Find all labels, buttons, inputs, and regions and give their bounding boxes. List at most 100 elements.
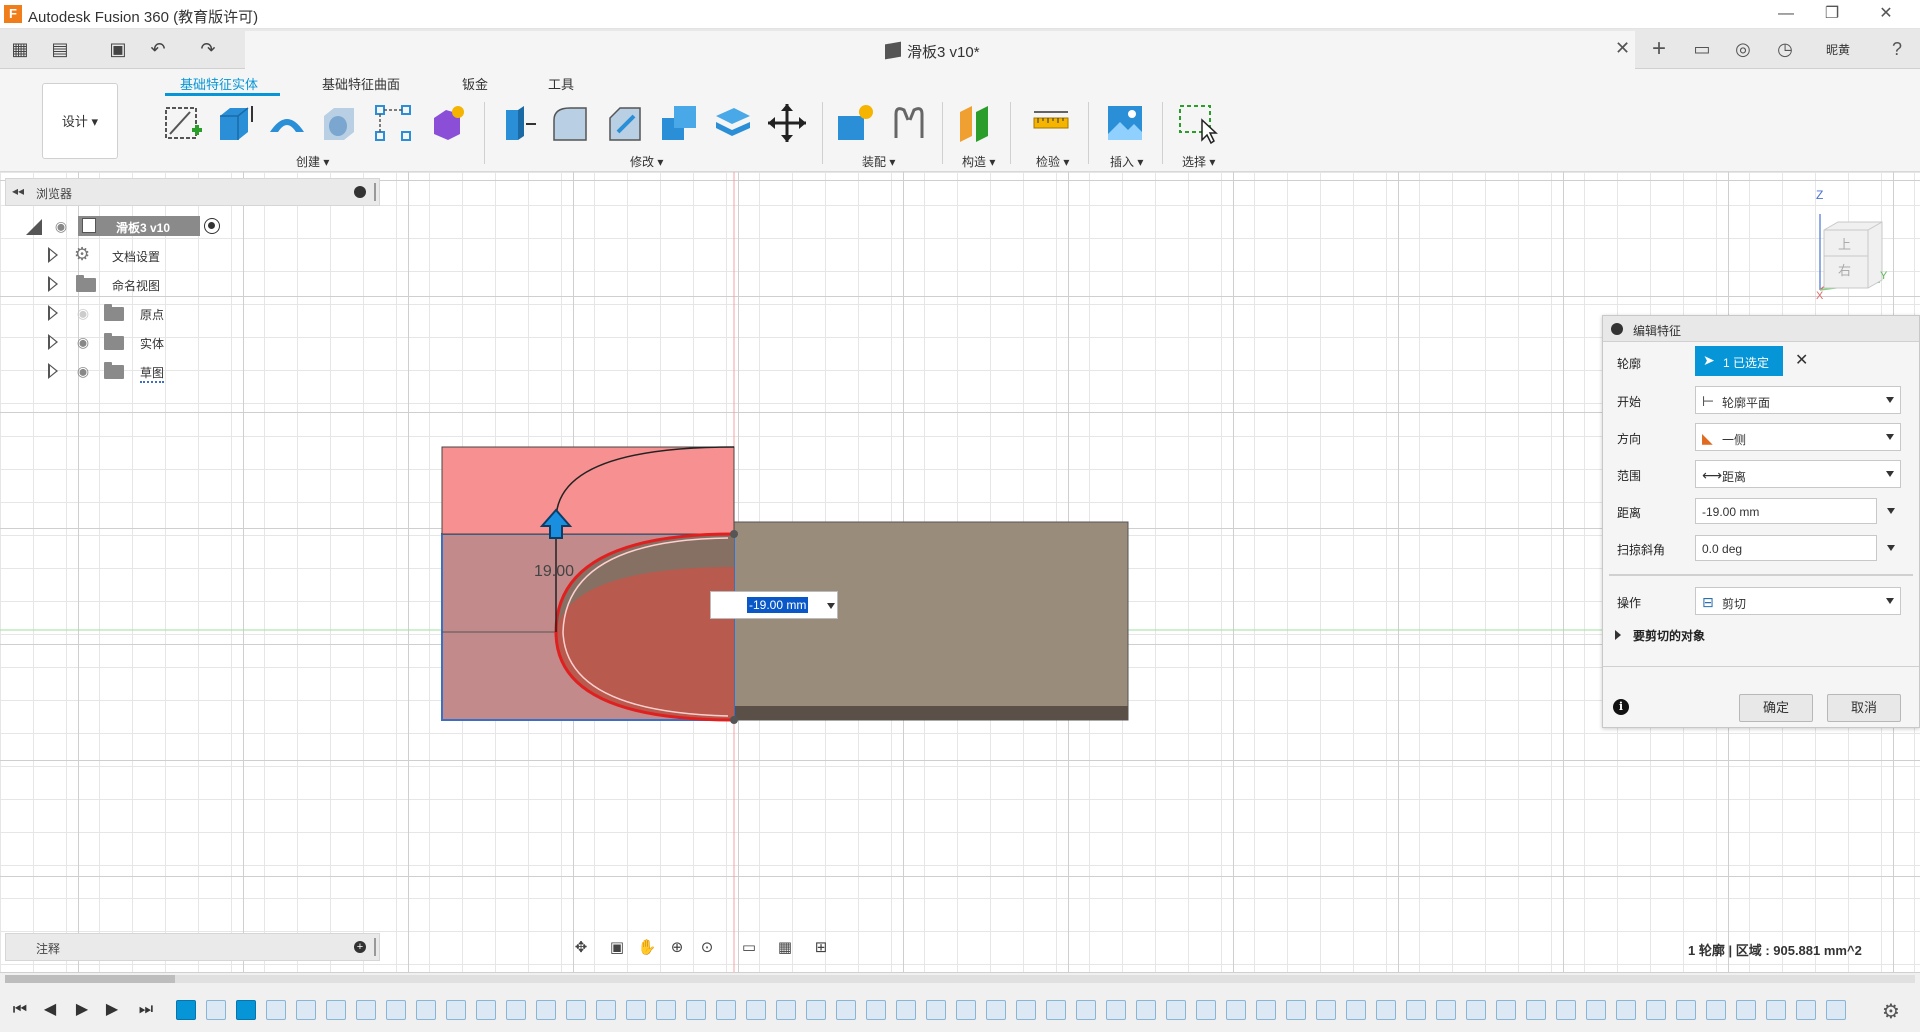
- panel-grip[interactable]: [374, 938, 376, 956]
- timeline-feature-icon[interactable]: [386, 1000, 406, 1020]
- activate-radio-icon[interactable]: [204, 218, 220, 234]
- viewports-icon[interactable]: ⊞: [810, 937, 832, 959]
- root-node[interactable]: 滑板3 v10: [78, 216, 200, 236]
- create-form-icon[interactable]: [426, 102, 468, 144]
- timeline-feature-icon[interactable]: [1376, 1000, 1396, 1020]
- file-menu-icon[interactable]: ▤: [48, 37, 72, 61]
- extrude-icon[interactable]: [214, 102, 256, 144]
- timeline-feature-icon[interactable]: [626, 1000, 646, 1020]
- browser-item-bodies[interactable]: ◉ 实体: [48, 329, 408, 357]
- step-forward-icon[interactable]: ▶: [100, 998, 124, 1022]
- user-account[interactable]: 昵黄: [1826, 41, 1850, 58]
- timeline-feature-icon[interactable]: [1346, 1000, 1366, 1020]
- timeline-feature-icon[interactable]: [1286, 1000, 1306, 1020]
- info-icon[interactable]: i: [1613, 699, 1629, 715]
- timeline-feature-icon[interactable]: [1106, 1000, 1126, 1020]
- pan-hand-icon[interactable]: ✋: [636, 937, 658, 959]
- apps-grid-icon[interactable]: ▦: [8, 37, 32, 61]
- minimize-button[interactable]: —: [1766, 3, 1806, 25]
- create-sketch-icon[interactable]: [162, 102, 204, 144]
- step-back-icon[interactable]: ◀: [38, 998, 62, 1022]
- close-window-button[interactable]: ✕: [1866, 3, 1906, 25]
- timeline-feature-icon[interactable]: [1166, 1000, 1186, 1020]
- chamfer-icon[interactable]: [604, 102, 646, 144]
- timeline-feature-icon[interactable]: [686, 1000, 706, 1020]
- viewcube[interactable]: Z Y X 上 右: [1816, 188, 1887, 302]
- inline-distance-input[interactable]: -19.00 mm: [710, 591, 838, 619]
- go-to-end-icon[interactable]: ⏭: [134, 998, 158, 1022]
- revolve-icon[interactable]: [266, 102, 308, 144]
- visibility-eye-icon[interactable]: ◉: [74, 362, 92, 380]
- timeline-feature-icon[interactable]: [566, 1000, 586, 1020]
- expand-arrow-icon[interactable]: [1615, 630, 1621, 640]
- redo-icon[interactable]: ↷: [196, 37, 220, 61]
- new-component-icon[interactable]: [834, 102, 876, 144]
- chevron-down-icon[interactable]: [1887, 545, 1895, 551]
- timeline-feature-icon[interactable]: [1436, 1000, 1456, 1020]
- timeline-feature-icon[interactable]: [296, 1000, 316, 1020]
- viewcube-top-face[interactable]: 上: [1838, 234, 1851, 253]
- timeline-feature-icon[interactable]: [1496, 1000, 1516, 1020]
- group-inspect-label[interactable]: 检验 ▾: [1036, 153, 1069, 170]
- timeline-feature-icon[interactable]: [806, 1000, 826, 1020]
- close-tab-button[interactable]: ✕: [1615, 38, 1630, 59]
- job-status-icon[interactable]: ◎: [1730, 37, 1756, 61]
- timeline-feature-icon[interactable]: [1766, 1000, 1786, 1020]
- orbit-icon[interactable]: ✥: [570, 937, 592, 959]
- timeline-feature-icon[interactable]: [1256, 1000, 1276, 1020]
- timeline-feature-icon[interactable]: [1556, 1000, 1576, 1020]
- collapse-dialog-icon[interactable]: [1611, 323, 1623, 335]
- timeline-feature-icon[interactable]: [1676, 1000, 1696, 1020]
- timeline-feature-icon[interactable]: [1136, 1000, 1156, 1020]
- cancel-button[interactable]: 取消: [1827, 694, 1901, 722]
- joint-icon[interactable]: [888, 102, 930, 144]
- timeline-feature-icon[interactable]: [1406, 1000, 1426, 1020]
- group-create-label[interactable]: 创建 ▾: [296, 153, 329, 170]
- start-select[interactable]: ⊢ 轮廓平面: [1695, 386, 1901, 414]
- select-window-icon[interactable]: [1176, 102, 1218, 145]
- timeline-feature-icon[interactable]: [776, 1000, 796, 1020]
- timeline-feature-icon[interactable]: [176, 1000, 196, 1020]
- expanded-triangle-icon[interactable]: [26, 219, 42, 235]
- timeline-feature-icon[interactable]: [506, 1000, 526, 1020]
- timeline-feature-icon[interactable]: [746, 1000, 766, 1020]
- notes-panel-header[interactable]: 注释 +: [5, 933, 380, 961]
- extent-select[interactable]: ⟷ 距离: [1695, 460, 1901, 488]
- timeline-feature-icon[interactable]: [1466, 1000, 1486, 1020]
- zoom-icon[interactable]: ⊕: [666, 937, 688, 959]
- viewcube-right-face[interactable]: 右: [1838, 260, 1851, 279]
- timeline-feature-icon[interactable]: [446, 1000, 466, 1020]
- expand-arrow-icon[interactable]: [48, 276, 58, 292]
- group-modify-label[interactable]: 修改 ▾: [630, 153, 663, 170]
- timeline-feature-icon[interactable]: [716, 1000, 736, 1020]
- timeline-feature-icon[interactable]: [536, 1000, 556, 1020]
- visibility-eye-icon[interactable]: ◉: [74, 333, 92, 351]
- timeline-feature-icon[interactable]: [1316, 1000, 1336, 1020]
- minimize-panel-icon[interactable]: [354, 186, 366, 198]
- press-pull-icon[interactable]: [496, 102, 538, 144]
- browser-item-named-views[interactable]: 命名视图: [48, 271, 408, 299]
- timeline-feature-icon[interactable]: [836, 1000, 856, 1020]
- go-to-start-icon[interactable]: ⏮: [8, 998, 32, 1022]
- visibility-eye-icon[interactable]: ◉: [52, 217, 70, 235]
- collapse-browser-icon[interactable]: ◂◂: [12, 184, 24, 198]
- timeline-feature-icon[interactable]: [1616, 1000, 1636, 1020]
- timeline-feature-icon[interactable]: [896, 1000, 916, 1020]
- new-tab-icon[interactable]: +: [1646, 37, 1672, 61]
- move-copy-icon[interactable]: [766, 102, 808, 144]
- workspace-switcher[interactable]: 设计 ▾: [42, 83, 118, 159]
- dialog-header[interactable]: 编辑特征: [1603, 316, 1919, 342]
- timeline-feature-icon[interactable]: [1586, 1000, 1606, 1020]
- timeline-feature-icon[interactable]: [416, 1000, 436, 1020]
- scroll-thumb[interactable]: [5, 975, 175, 983]
- timeline-feature-icon[interactable]: [1046, 1000, 1066, 1020]
- taper-input[interactable]: 0.0 deg: [1695, 535, 1877, 561]
- tab-surface[interactable]: 基础特征曲面: [322, 74, 400, 93]
- expand-arrow-icon[interactable]: [48, 305, 58, 321]
- browser-item-document-settings[interactable]: ⚙ 文档设置: [48, 242, 408, 270]
- timeline-feature-icon[interactable]: [1016, 1000, 1036, 1020]
- timeline-feature-icon[interactable]: [596, 1000, 616, 1020]
- fit-zoom-icon[interactable]: ⊙: [696, 937, 718, 959]
- browser-item-sketches[interactable]: ◉ 草图: [48, 358, 408, 386]
- history-icon[interactable]: ◷: [1772, 37, 1798, 61]
